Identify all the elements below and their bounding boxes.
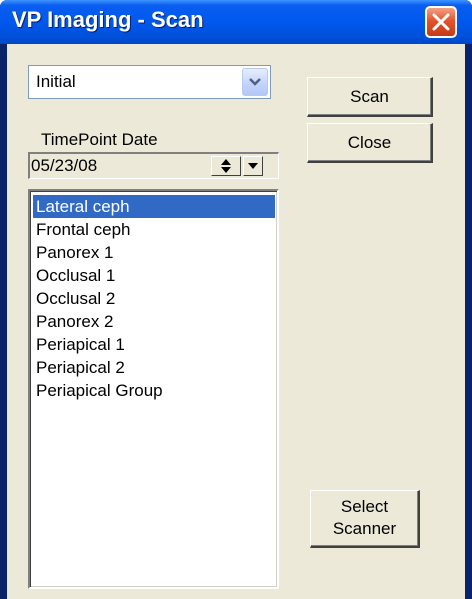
list-item[interactable]: Occlusal 1 — [33, 264, 275, 287]
scan-dialog: VP Imaging - Scan Initial TimePoint Date… — [0, 0, 472, 599]
date-value[interactable]: 05/23/08 — [31, 156, 97, 176]
chevron-down-icon — [249, 78, 261, 86]
timepoint-date-picker[interactable]: 05/23/08 — [28, 152, 279, 179]
image-type-list[interactable]: Lateral ceph Frontal ceph Panorex 1 Occl… — [28, 189, 279, 589]
dropdown-selected-value: Initial — [36, 72, 76, 91]
close-button[interactable]: Close — [307, 123, 433, 163]
list-item[interactable]: Periapical 1 — [33, 333, 275, 356]
list-item[interactable]: Periapical 2 — [33, 356, 275, 379]
spin-up-down-icon — [221, 159, 231, 173]
timepoint-type-dropdown[interactable]: Initial — [28, 65, 271, 99]
close-icon — [432, 13, 450, 31]
select-scanner-label-line2: Scanner — [332, 519, 397, 538]
date-spinner[interactable] — [211, 156, 241, 176]
dialog-client-area: Initial TimePoint Date 05/23/08 Lateral … — [7, 44, 465, 599]
scan-button[interactable]: Scan — [307, 77, 433, 117]
select-scanner-button[interactable]: Select Scanner — [310, 490, 420, 548]
list-item[interactable]: Panorex 1 — [33, 241, 275, 264]
window-title: VP Imaging - Scan — [12, 7, 204, 32]
list-item[interactable]: Frontal ceph — [33, 218, 275, 241]
list-item[interactable]: Occlusal 2 — [33, 287, 275, 310]
dropdown-button[interactable] — [242, 68, 268, 96]
list-item[interactable]: Lateral ceph — [33, 195, 275, 218]
list-item[interactable]: Panorex 2 — [33, 310, 275, 333]
timepoint-date-label: TimePoint Date — [41, 130, 158, 149]
close-window-button[interactable] — [425, 6, 457, 38]
list-item[interactable]: Periapical Group — [33, 379, 275, 402]
title-bar[interactable]: VP Imaging - Scan — [0, 0, 472, 44]
caret-down-icon — [248, 163, 258, 169]
select-scanner-label-line1: Select — [340, 497, 389, 516]
calendar-dropdown-button[interactable] — [243, 156, 263, 176]
